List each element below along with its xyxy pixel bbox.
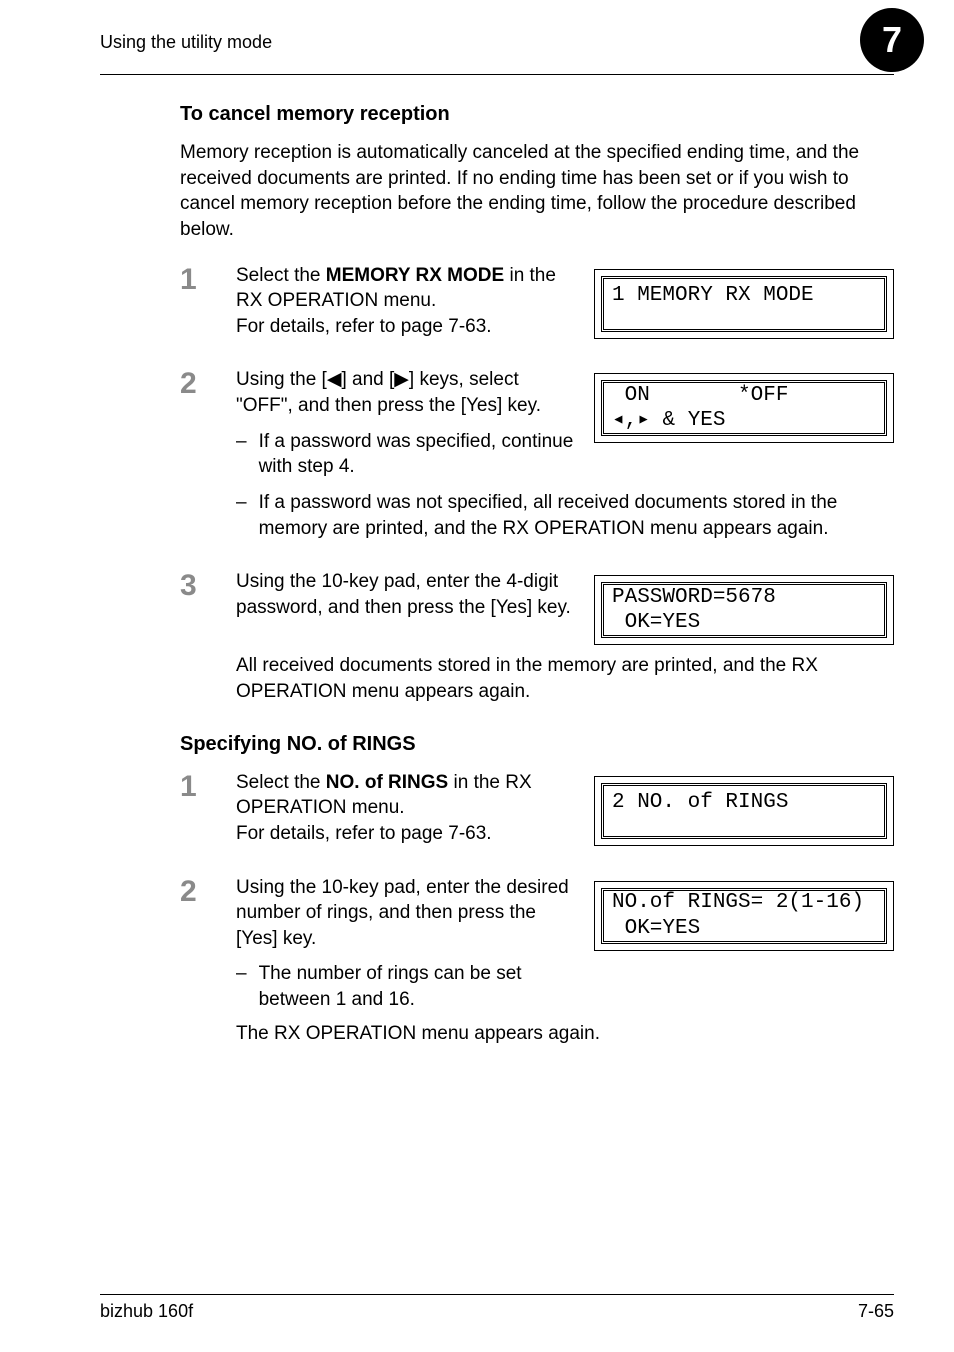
- chapter-number-badge: 7: [860, 8, 924, 72]
- step-body: Select the MEMORY RX MODE in the RX OPER…: [236, 263, 566, 340]
- lcd-column: NO.of RINGS= 2(1-16) OK=YES: [594, 881, 894, 1013]
- sub-text: If a password was not specified, all rec…: [259, 490, 894, 541]
- lcd-box: NO.of RINGS= 2(1-16) OK=YES: [594, 881, 894, 951]
- lcd-column: PASSWORD=5678 OK=YES: [594, 575, 894, 645]
- step-number: 2: [180, 875, 208, 1047]
- dash-icon: –: [236, 961, 247, 1012]
- page-header: Using the utility mode 7: [100, 32, 894, 75]
- step-number: 1: [180, 263, 208, 340]
- step-body: Using the 10-key pad, enter the desired …: [236, 875, 894, 1047]
- right-arrow-icon: ▶: [394, 369, 409, 390]
- sub-text: If a password was specified, continue wi…: [259, 429, 574, 480]
- step-bold: NO. of RINGS: [326, 772, 448, 793]
- step-text-a: Select the: [236, 772, 326, 793]
- sub-item: – If a password was specified, continue …: [236, 429, 574, 480]
- step-number: 1: [180, 770, 208, 847]
- step-after: The RX OPERATION menu appears again.: [236, 1021, 894, 1047]
- step-text: Using the 10-key pad, enter the 4-digit …: [236, 569, 574, 645]
- lcd-box: 2 NO. of RINGS: [594, 776, 894, 846]
- step-after: All received documents stored in the mem…: [236, 653, 894, 704]
- footer-product: bizhub 160f: [100, 1301, 193, 1322]
- page-footer: bizhub 160f 7-65: [100, 1294, 894, 1322]
- step-text: Using the 10-key pad, enter the desired …: [236, 877, 569, 949]
- step-text-a: Select the: [236, 265, 326, 286]
- lcd-display: 1 MEMORY RX MODE: [601, 276, 887, 332]
- lcd-box: 1 MEMORY RX MODE: [594, 269, 894, 339]
- dash-icon: –: [236, 490, 247, 541]
- step-ref: For details, refer to page 7-63.: [236, 823, 492, 844]
- s2-step-2: 2 Using the 10-key pad, enter the desire…: [180, 875, 894, 1047]
- step-1: 1 Select the MEMORY RX MODE in the RX OP…: [180, 263, 894, 340]
- intro-paragraph: Memory reception is automatically cancel…: [180, 140, 894, 243]
- step-text-mid: ] and [: [341, 369, 394, 390]
- step-2: 2 Using the [◀] and [▶] keys, select "OF…: [180, 367, 894, 541]
- s2-step-1: 1 Select the NO. of RINGS in the RX OPER…: [180, 770, 894, 847]
- section-heading-no-of-rings: Specifying NO. of RINGS: [180, 733, 894, 756]
- section-heading-cancel-memory: To cancel memory reception: [180, 103, 894, 126]
- dash-icon: –: [236, 429, 247, 480]
- lcd-box: ON *OFF ◂,▸ & YES: [594, 373, 894, 443]
- main-content: To cancel memory reception Memory recept…: [100, 103, 894, 1046]
- lcd-display: ON *OFF ◂,▸ & YES: [601, 380, 887, 436]
- footer-page: 7-65: [858, 1301, 894, 1322]
- step-number: 2: [180, 367, 208, 541]
- step-body: Using the [◀] and [▶] keys, select "OFF"…: [236, 367, 894, 541]
- lcd-display: NO.of RINGS= 2(1-16) OK=YES: [601, 888, 887, 944]
- step-text-a: Using the [: [236, 369, 327, 390]
- lcd-column: ON *OFF ◂,▸ & YES: [594, 373, 894, 480]
- sub-item: – If a password was not specified, all r…: [236, 490, 894, 541]
- lcd-display: 2 NO. of RINGS: [601, 783, 887, 839]
- sub-item: – The number of rings can be set between…: [236, 961, 574, 1012]
- left-arrow-icon: ◀: [327, 369, 342, 390]
- step-3: 3 Using the 10-key pad, enter the 4-digi…: [180, 569, 894, 704]
- lcd-display: PASSWORD=5678 OK=YES: [601, 582, 887, 638]
- lcd-box: PASSWORD=5678 OK=YES: [594, 575, 894, 645]
- step-bold: MEMORY RX MODE: [326, 265, 504, 286]
- step-ref: For details, refer to page 7-63.: [236, 316, 492, 337]
- lcd-column: 2 NO. of RINGS: [594, 776, 894, 847]
- lcd-column: 1 MEMORY RX MODE: [594, 269, 894, 340]
- sub-text: The number of rings can be set between 1…: [259, 961, 574, 1012]
- step-body: Using the 10-key pad, enter the 4-digit …: [236, 569, 894, 704]
- running-title: Using the utility mode: [100, 32, 272, 53]
- step-body: Select the NO. of RINGS in the RX OPERAT…: [236, 770, 566, 847]
- step-number: 3: [180, 569, 208, 704]
